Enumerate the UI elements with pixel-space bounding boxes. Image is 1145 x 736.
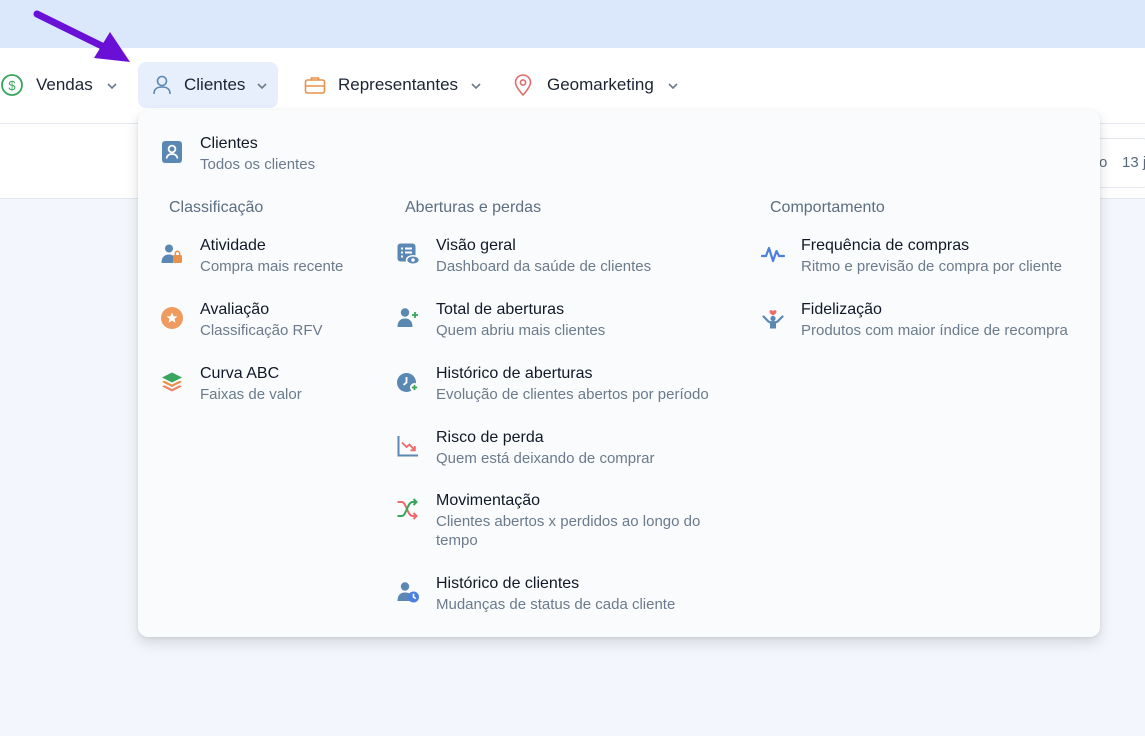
chevron-down-icon xyxy=(469,78,483,92)
chevron-down-icon xyxy=(666,78,680,92)
nav-item-representantes[interactable]: Representantes xyxy=(303,62,483,108)
nav-label-vendas: Vendas xyxy=(36,75,93,94)
section-heading-comportamento: Comportamento xyxy=(770,199,885,216)
clock-plus-icon xyxy=(396,370,420,394)
clientes-dropdown-menu: Clientes Todos os clientes Classificação… xyxy=(138,110,1100,637)
menu-item-subtitle-line: Clientes abertos x perdidos ao longo do xyxy=(436,513,701,530)
menu-item-title: Clientes xyxy=(200,135,258,152)
map-pin-icon xyxy=(511,73,535,97)
menu-item-title: Frequência de compras xyxy=(801,237,970,254)
layers-icon xyxy=(160,370,184,394)
briefcase-icon xyxy=(303,73,327,97)
menu-item-title: Fidelização xyxy=(801,301,882,318)
nav-item-geomarketing[interactable]: Geomarketing xyxy=(511,62,680,108)
filter-partial-text: o xyxy=(1099,154,1108,171)
menu-item-subtitle: Mudanças de status de cada cliente xyxy=(436,596,676,613)
menu-item-frequencia-compras[interactable]: Frequência de compras Ritmo e previsão d… xyxy=(760,236,1062,276)
menu-item-atividade[interactable]: Atividade Compra mais recente xyxy=(160,236,343,276)
top-band xyxy=(0,0,1145,48)
menu-item-risco-perda[interactable]: Risco de perda Quem está deixando de com… xyxy=(396,428,654,468)
menu-item-subtitle: Produtos com maior índice de recompra xyxy=(801,322,1068,339)
section-heading-classificacao: Classificação xyxy=(169,199,264,216)
menu-item-avaliacao[interactable]: Avaliação Classificação RFV xyxy=(160,300,323,340)
menu-item-fidelizacao[interactable]: Fidelização Produtos com maior índice de… xyxy=(761,300,1068,340)
list-eye-icon xyxy=(396,242,421,266)
shuffle-icon xyxy=(396,497,420,521)
menu-item-subtitle: Dashboard da saúde de clientes xyxy=(436,258,652,275)
menu-item-curva-abc[interactable]: Curva ABC Faixas de valor xyxy=(160,364,302,404)
user-clock-icon xyxy=(396,580,420,604)
menu-item-clientes[interactable]: Clientes Todos os clientes xyxy=(160,134,315,174)
menu-item-subtitle: Todos os clientes xyxy=(200,156,316,173)
annotation-arrow-icon xyxy=(33,10,130,62)
trending-down-icon xyxy=(396,434,420,458)
user-bag-icon xyxy=(160,242,184,266)
menu-item-subtitle: Evolução de clientes abertos por período xyxy=(436,386,709,403)
nav-label-representantes: Representantes xyxy=(338,75,459,94)
section-heading-aberturas: Aberturas e perdas xyxy=(405,199,542,216)
menu-item-movimentacao[interactable]: Movimentação Clientes abertos x perdidos… xyxy=(396,491,700,550)
menu-item-subtitle: Quem abriu mais clientes xyxy=(436,322,606,339)
menu-item-historico-clientes[interactable]: Histórico de clientes Mudanças de status… xyxy=(396,574,675,614)
nav-label-geomarketing: Geomarketing xyxy=(547,75,654,94)
svg-text:$: $ xyxy=(8,78,16,93)
menu-item-title: Risco de perda xyxy=(436,429,544,446)
user-plus-icon xyxy=(396,306,420,330)
chevron-down-icon xyxy=(105,78,119,92)
menu-item-historico-aberturas[interactable]: Histórico de aberturas Evolução de clien… xyxy=(396,364,709,404)
menu-item-subtitle: Ritmo e previsão de compra por cliente xyxy=(801,258,1062,275)
date-partial-text: 13 j xyxy=(1122,154,1145,171)
menu-item-subtitle: Compra mais recente xyxy=(200,258,344,275)
menu-item-title: Histórico de aberturas xyxy=(436,365,593,382)
chevron-down-icon xyxy=(255,78,269,92)
contact-card-icon xyxy=(160,140,184,164)
menu-item-subtitle-line: tempo xyxy=(436,532,478,549)
menu-item-title: Histórico de clientes xyxy=(436,575,580,592)
menu-item-title: Avaliação xyxy=(200,301,270,318)
person-heart-icon xyxy=(761,306,785,330)
pulse-icon xyxy=(760,242,786,266)
menu-item-title: Movimentação xyxy=(436,492,541,509)
dollar-circle-icon: $ xyxy=(0,73,24,97)
nav-label-clientes: Clientes xyxy=(184,75,246,94)
menu-item-subtitle: Quem está deixando de comprar xyxy=(436,450,655,467)
star-badge-icon xyxy=(160,306,184,330)
menu-item-subtitle: Clientes abertos x perdidos ao longo do t… xyxy=(436,512,700,550)
nav-item-clientes[interactable]: Clientes xyxy=(138,62,278,108)
menu-item-visao-geral[interactable]: Visão geral Dashboard da saúde de client… xyxy=(396,236,651,276)
menu-item-title: Visão geral xyxy=(436,237,516,254)
menu-item-title: Curva ABC xyxy=(200,365,280,382)
menu-item-title: Atividade xyxy=(200,237,266,254)
menu-item-total-aberturas[interactable]: Total de aberturas Quem abriu mais clien… xyxy=(396,300,605,340)
menu-item-subtitle: Classificação RFV xyxy=(200,322,323,339)
menu-item-subtitle: Faixas de valor xyxy=(200,386,302,403)
menu-item-title: Total de aberturas xyxy=(436,301,565,318)
user-icon xyxy=(150,73,174,97)
